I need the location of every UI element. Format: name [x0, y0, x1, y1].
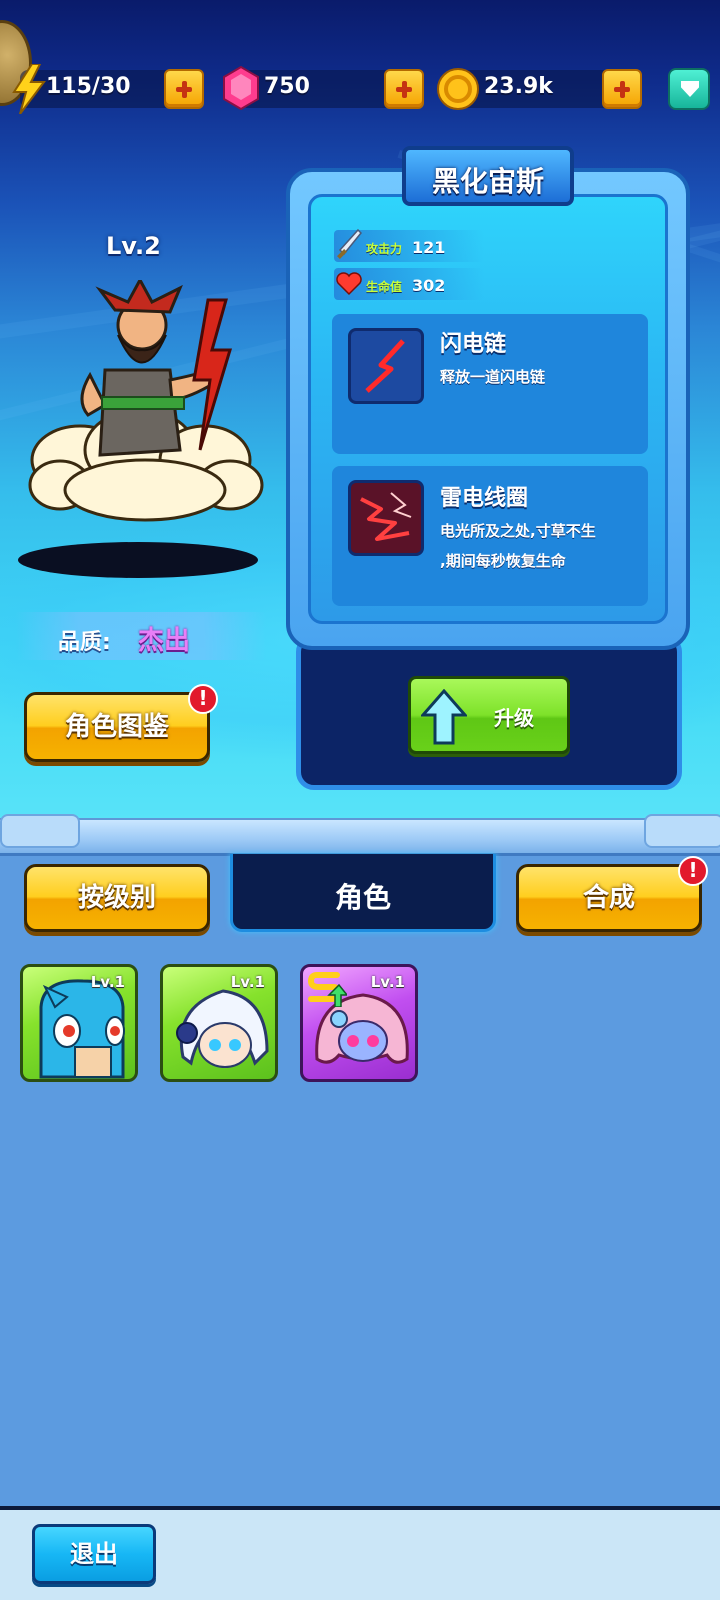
hp-label: 生命值 [366, 280, 403, 294]
energy-icon [12, 64, 46, 114]
hero-zeus-illustration [28, 280, 264, 522]
resource-bar: 115/30 750 23.9k [0, 64, 720, 114]
add-energy-button[interactable] [164, 69, 204, 109]
thunder-coil-icon [348, 480, 424, 556]
skill-name: 雷电线圈 [440, 486, 529, 511]
character-list-area [0, 856, 720, 1506]
tab-characters-label: 角色 [334, 881, 391, 914]
attack-label: 攻击力 [366, 242, 403, 256]
shield-icon[interactable] [668, 68, 710, 110]
character-card[interactable]: Lv.1 [20, 964, 138, 1082]
character-card[interactable]: Lv.1 [300, 964, 418, 1082]
upgrade-button[interactable] [408, 676, 570, 754]
character-level: Lv.1 [90, 973, 125, 991]
add-gems-button[interactable] [384, 69, 424, 109]
quality-value: 杰出 [138, 626, 191, 656]
panel-divider-knob-left [0, 814, 80, 848]
skill-description: 电光所及之处,寸草不生 [440, 522, 596, 540]
merge-alert-badge: ! [678, 856, 708, 886]
character-card[interactable]: Lv.1 [160, 964, 278, 1082]
panel-divider-knob-right [644, 814, 720, 848]
lightning-icon [348, 328, 424, 404]
upgrade-label: 升级 [494, 706, 534, 730]
upgrade-available-icon [307, 972, 347, 1007]
merge-button[interactable]: 合成 [516, 864, 702, 932]
hero-name: 黑化宙斯 [431, 165, 544, 198]
add-gold-button[interactable] [602, 69, 642, 109]
character-codex-button[interactable]: 角色图鉴 [24, 692, 210, 762]
heart-icon [336, 272, 362, 296]
character-level: Lv.1 [230, 973, 265, 991]
arrow-up-icon [421, 689, 467, 745]
sort-by-level-button[interactable]: 按级别 [24, 864, 210, 932]
skill-description: ,期间每秒恢复生命 [440, 552, 566, 570]
gold-value: 23.9k [484, 74, 553, 99]
hero-level: Lv.2 [106, 232, 161, 260]
skill-name: 闪电链 [440, 332, 507, 357]
codex-alert-badge: ! [188, 684, 218, 714]
character-level: Lv.1 [370, 973, 405, 991]
hp-value: 302 [412, 276, 446, 295]
exit-button[interactable]: 退出 [32, 1524, 156, 1584]
gold-coin-icon [437, 68, 479, 110]
gem-icon [223, 66, 259, 110]
skill-description: 释放一道闪电链 [440, 368, 546, 386]
gems-value: 750 [264, 74, 310, 99]
quality-label: 品质: [58, 630, 111, 655]
energy-value: 115/30 [46, 74, 131, 99]
panel-divider [0, 818, 720, 856]
attack-value: 121 [412, 238, 446, 257]
sword-icon [337, 228, 362, 259]
